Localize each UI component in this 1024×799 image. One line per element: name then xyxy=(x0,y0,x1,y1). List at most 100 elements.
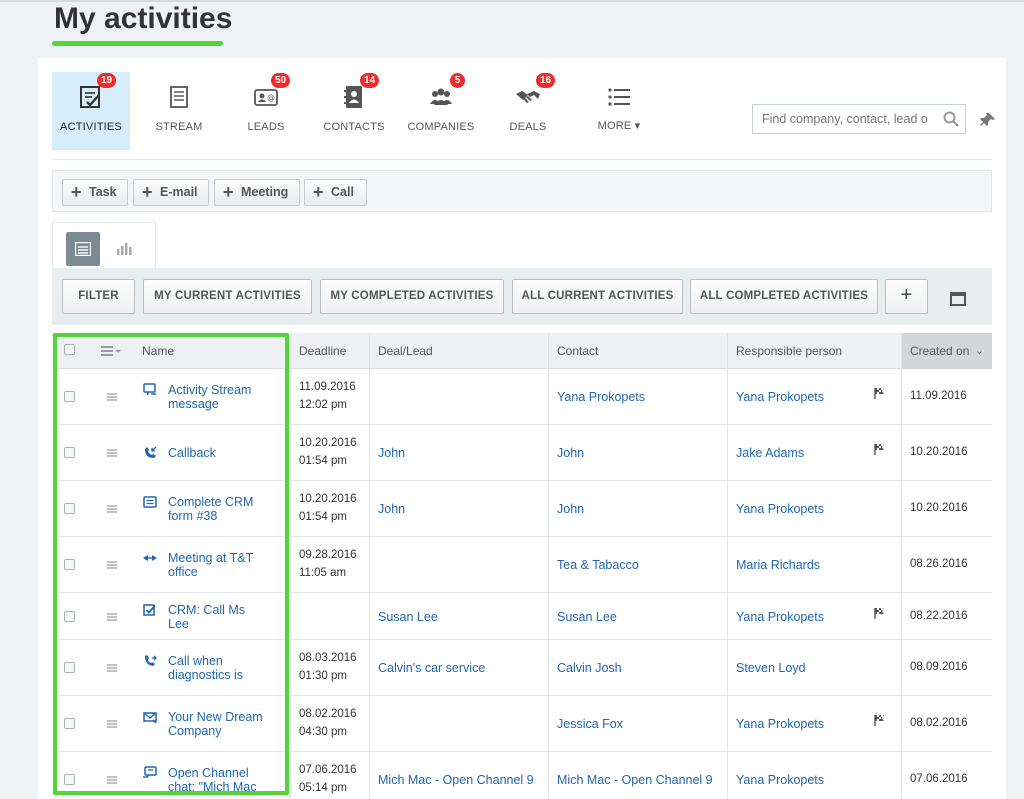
table-row[interactable]: Your New Dream Company 08.02.2016 04:30 pm J… xyxy=(52,696,992,752)
deal-link[interactable]: Mich Mac - Open Channel 9 xyxy=(378,773,534,787)
row-menu-icon[interactable] xyxy=(107,776,117,784)
nav-leads[interactable]: @ 50 LEADS xyxy=(227,72,305,150)
row-checkbox[interactable] xyxy=(64,718,75,729)
deal-link[interactable]: Calvin's car service xyxy=(378,661,485,675)
deadline-date: 07.06.2016 xyxy=(299,764,357,776)
contact-link[interactable]: John xyxy=(557,446,584,460)
responsible-link[interactable]: Yana Prokopets xyxy=(736,502,824,516)
contact-link[interactable]: Tea & Tabacco xyxy=(557,558,639,572)
table-row[interactable]: CRM: Call Ms Lee Susan Lee Susan Lee Yana Pr… xyxy=(52,593,992,640)
contact-link[interactable]: Mich Mac - Open Channel 9 xyxy=(557,773,713,787)
contact-link[interactable]: Yana Prokopets xyxy=(557,390,645,404)
deadline-date: 11.09.2016 xyxy=(299,381,356,393)
my-completed-activities-button[interactable]: MY COMPLETED ACTIVITIES xyxy=(320,279,504,314)
nav-contacts[interactable]: 14 CONTACTS xyxy=(315,72,393,150)
row-menu-icon[interactable] xyxy=(107,505,117,513)
row-checkbox[interactable] xyxy=(64,391,75,402)
contact-link[interactable]: Jessica Fox xyxy=(557,717,623,731)
contact-link[interactable]: Susan Lee xyxy=(557,610,617,624)
contact-cell: Calvin Josh xyxy=(548,640,727,695)
row-checkbox[interactable] xyxy=(64,611,75,622)
table-row[interactable]: Activity Stream message 11.09.2016 12:02 pm… xyxy=(52,369,992,425)
header-contact[interactable]: Contact xyxy=(548,333,727,369)
nav-deals[interactable]: 16 DEALS xyxy=(489,72,567,150)
add-task-button[interactable]: + Task xyxy=(62,179,128,206)
table-row[interactable]: Callback 10.20.2016 01:54 pm John John Jake A… xyxy=(52,425,992,481)
deal-cell: John xyxy=(369,425,548,480)
activity-name-link[interactable]: Call when diagnostics is xyxy=(168,654,288,682)
chart-view-icon[interactable] xyxy=(116,240,132,256)
table-row[interactable]: Open Channel chat: "Mich Mac 07.06.2016 05:… xyxy=(52,752,992,799)
search-input[interactable] xyxy=(752,104,966,134)
nav-companies[interactable]: 5 COMPANIES xyxy=(402,72,480,150)
row-checkbox[interactable] xyxy=(64,559,75,570)
header-deal-lead[interactable]: Deal/Lead xyxy=(369,333,548,369)
table-row[interactable]: Meeting at T&T office 09.28.2016 11:05 am Te… xyxy=(52,537,992,593)
responsible-link[interactable]: Yana Prokopets xyxy=(736,390,824,404)
nav-activities[interactable]: 19 ACTIVITIES xyxy=(52,72,130,150)
table-row[interactable]: Call when diagnostics is 08.03.2016 01:30 p… xyxy=(52,640,992,696)
columns-settings-icon[interactable] xyxy=(101,346,121,356)
finish-flag-icon[interactable] xyxy=(873,714,885,726)
nav-more[interactable]: MORE ▾ xyxy=(580,72,658,150)
row-menu-icon[interactable] xyxy=(107,613,117,621)
select-all-checkbox[interactable] xyxy=(64,344,75,355)
row-menu-icon[interactable] xyxy=(107,561,117,569)
activity-name-link[interactable]: Activity Stream message xyxy=(168,383,288,411)
nav-stream[interactable]: STREAM xyxy=(140,72,218,150)
deadline-value: 08.02.2016 04:30 pm xyxy=(299,705,357,741)
add-filter-button[interactable]: + xyxy=(885,279,928,314)
created-date: 11.09.2016 xyxy=(910,390,967,402)
flag-cell xyxy=(861,593,901,639)
row-checkbox[interactable] xyxy=(64,447,75,458)
flag-cell xyxy=(861,537,901,592)
row-menu-icon[interactable] xyxy=(107,720,117,728)
deadline-value: 07.06.2016 05:14 pm xyxy=(299,761,357,797)
finish-flag-icon[interactable] xyxy=(873,607,885,619)
header-responsible[interactable]: Responsible person xyxy=(727,333,901,369)
row-checkbox[interactable] xyxy=(64,662,75,673)
header-created-on[interactable]: Created on ⌄ xyxy=(901,333,992,369)
activity-name-link[interactable]: Meeting at T&T office xyxy=(168,551,288,579)
deal-link[interactable]: Susan Lee xyxy=(378,610,438,624)
my-current-activities-button[interactable]: MY CURRENT ACTIVITIES xyxy=(143,279,312,314)
responsible-link[interactable]: Yana Prokopets xyxy=(736,610,824,624)
deal-cell xyxy=(369,537,548,592)
activity-name-link[interactable]: Complete CRM form #38 xyxy=(168,495,288,523)
add-meeting-button[interactable]: + Meeting xyxy=(214,179,300,206)
finish-flag-icon[interactable] xyxy=(873,387,885,399)
activity-name-link[interactable]: Open Channel chat: "Mich Mac xyxy=(168,766,288,794)
list-view-tab[interactable] xyxy=(66,232,100,266)
deadline-time: 04:30 pm xyxy=(299,726,347,738)
row-checkbox[interactable] xyxy=(64,503,75,514)
contact-link[interactable]: John xyxy=(557,502,584,516)
row-menu-icon[interactable] xyxy=(107,449,117,457)
row-checkbox[interactable] xyxy=(64,774,75,785)
created-date: 10.20.2016 xyxy=(910,446,968,458)
window-toggle-icon[interactable] xyxy=(950,292,966,306)
filter-button[interactable]: FILTER xyxy=(62,279,135,314)
responsible-link[interactable]: Steven Loyd xyxy=(736,661,806,675)
deal-link[interactable]: John xyxy=(378,446,405,460)
search-icon[interactable] xyxy=(942,110,960,128)
responsible-link[interactable]: Yana Prokopets xyxy=(736,717,824,731)
deal-link[interactable]: John xyxy=(378,502,405,516)
row-menu-icon[interactable] xyxy=(107,393,117,401)
all-current-activities-button[interactable]: ALL CURRENT ACTIVITIES xyxy=(512,279,683,314)
table-row[interactable]: Complete CRM form #38 10.20.2016 01:54 pm Jo… xyxy=(52,481,992,537)
add-email-button[interactable]: + E-mail xyxy=(133,179,209,206)
header-deadline[interactable]: Deadline xyxy=(290,333,369,369)
contact-link[interactable]: Calvin Josh xyxy=(557,661,622,675)
activity-name-link[interactable]: Your New Dream Company xyxy=(168,710,288,738)
responsible-link[interactable]: Maria Richards xyxy=(736,558,820,572)
activity-name-link[interactable]: Callback xyxy=(168,446,288,460)
responsible-link[interactable]: Jake Adams xyxy=(736,446,804,460)
activity-name-link[interactable]: CRM: Call Ms Lee xyxy=(168,603,288,631)
responsible-link[interactable]: Yana Prokopets xyxy=(736,773,824,787)
pin-icon[interactable] xyxy=(980,112,996,128)
add-call-button[interactable]: + Call xyxy=(304,179,367,206)
row-menu-icon[interactable] xyxy=(107,664,117,672)
header-name[interactable]: Name xyxy=(134,333,286,369)
all-completed-activities-button[interactable]: ALL COMPLETED ACTIVITIES xyxy=(690,279,878,314)
finish-flag-icon[interactable] xyxy=(873,443,885,455)
